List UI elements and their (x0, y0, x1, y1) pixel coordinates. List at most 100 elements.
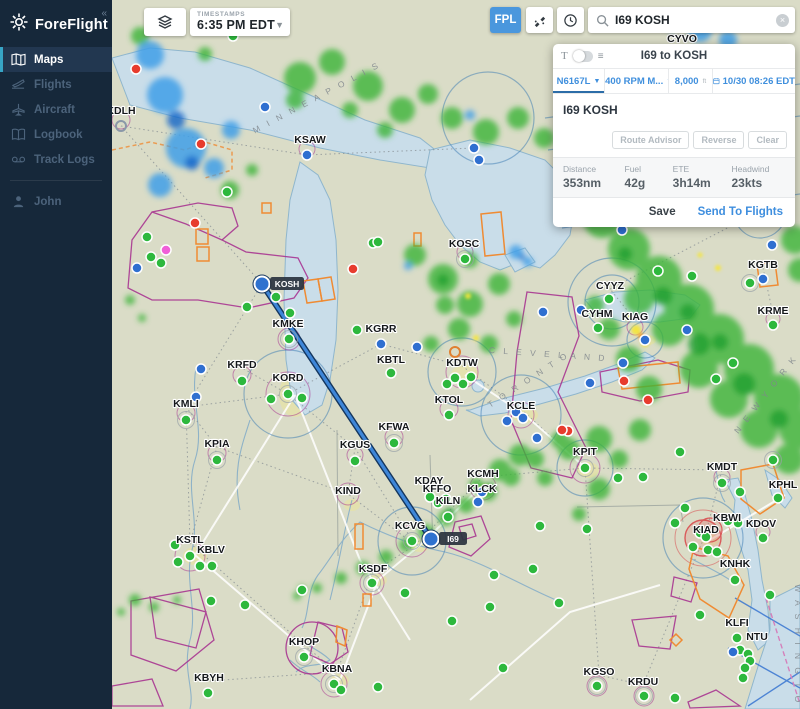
sidebar-item-track-logs[interactable]: Track Logs (0, 147, 112, 172)
airport-marker[interactable] (195, 561, 205, 571)
list-icon[interactable]: ≡ (598, 51, 605, 62)
airport-marker[interactable] (132, 263, 142, 273)
airport-marker[interactable] (538, 307, 548, 317)
airport-marker[interactable] (640, 335, 650, 345)
airport-marker[interactable] (469, 143, 479, 153)
airport-marker[interactable] (618, 358, 628, 368)
airport-marker[interactable] (735, 487, 745, 497)
airport-marker[interactable] (768, 320, 778, 330)
airport-marker[interactable] (474, 155, 484, 165)
send-to-flights-button[interactable]: Send To Flights (698, 206, 783, 218)
airport-marker[interactable] (336, 685, 346, 695)
airport-marker[interactable] (518, 413, 528, 423)
airport-marker[interactable] (400, 588, 410, 598)
airport-marker[interactable] (131, 64, 141, 74)
airport-marker[interactable] (688, 542, 698, 552)
altitude-field[interactable]: 8,000ft (669, 69, 713, 93)
airport-marker[interactable] (582, 524, 592, 534)
airport-marker[interactable] (185, 551, 195, 561)
airport-marker[interactable] (682, 325, 692, 335)
sidebar-item-maps[interactable]: Maps (0, 47, 112, 72)
route-tool-button[interactable] (526, 7, 553, 33)
etd-field[interactable]: 10/30 08:26 EDT (713, 69, 795, 93)
airport-marker[interactable] (535, 521, 545, 531)
airport-marker[interactable] (203, 688, 213, 698)
airport-marker[interactable] (444, 410, 454, 420)
airport-marker[interactable] (285, 308, 295, 318)
airport-marker[interactable] (528, 564, 538, 574)
airport-marker[interactable] (196, 139, 206, 149)
airport-marker[interactable] (442, 379, 452, 389)
search-input[interactable]: I69 KOSH (615, 13, 770, 27)
airport-marker[interactable] (675, 447, 685, 457)
airport-marker[interactable] (443, 512, 453, 522)
airport-marker[interactable] (680, 503, 690, 513)
airport-marker[interactable] (196, 364, 206, 374)
airport-marker[interactable] (376, 339, 386, 349)
sidebar-item-flights[interactable]: Flights (0, 72, 112, 97)
airport-marker[interactable] (730, 575, 740, 585)
airport-marker[interactable] (266, 394, 276, 404)
airport-marker[interactable] (653, 266, 663, 276)
save-button[interactable]: Save (649, 206, 676, 218)
text-size-icon[interactable]: T (561, 50, 568, 62)
airport-marker[interactable] (190, 218, 200, 228)
airport-marker[interactable] (242, 302, 252, 312)
airport-marker[interactable] (473, 497, 483, 507)
airport-marker[interactable] (593, 323, 603, 333)
airport-marker[interactable] (773, 493, 783, 503)
airport-marker[interactable] (161, 245, 171, 255)
airport-marker[interactable] (687, 271, 697, 281)
airport-marker[interactable] (498, 663, 508, 673)
airport-marker[interactable] (619, 376, 629, 386)
clear-button[interactable]: Clear (748, 131, 787, 149)
sidebar-item-aircraft[interactable]: Aircraft (0, 97, 112, 122)
route-text[interactable]: I69 KOSH (553, 94, 795, 119)
airport-marker[interactable] (643, 395, 653, 405)
airport-marker[interactable] (297, 393, 307, 403)
reverse-button[interactable]: Reverse (693, 131, 744, 149)
airport-marker[interactable] (502, 416, 512, 426)
airport-marker[interactable] (373, 237, 383, 247)
airport-marker[interactable] (156, 258, 166, 268)
airport-marker[interactable] (728, 358, 738, 368)
airport-marker[interactable] (738, 673, 748, 683)
airport-marker[interactable] (240, 600, 250, 610)
airport-marker[interactable] (447, 616, 457, 626)
airport-marker[interactable] (207, 561, 217, 571)
timestamps-control[interactable]: TIMESTAMPS 6:35 PM EDT ▼ (190, 8, 290, 36)
airport-marker[interactable] (373, 682, 383, 692)
sidebar-item-logbook[interactable]: Logbook (0, 122, 112, 147)
layers-button[interactable] (144, 8, 186, 36)
airport-marker[interactable] (638, 472, 648, 482)
airport-marker[interactable] (485, 602, 495, 612)
airport-marker[interactable] (386, 368, 396, 378)
airport-marker[interactable] (532, 433, 542, 443)
airport-marker[interactable] (146, 252, 156, 262)
clock-button[interactable] (557, 7, 584, 33)
airport-marker[interactable] (765, 590, 775, 600)
airport-marker[interactable] (348, 264, 358, 274)
airport-marker[interactable] (142, 232, 152, 242)
airport-marker[interactable] (173, 557, 183, 567)
airport-marker[interactable] (206, 596, 216, 606)
airport-marker[interactable] (412, 342, 422, 352)
airport-marker[interactable] (732, 633, 742, 643)
airport-marker[interactable] (271, 292, 281, 302)
airport-marker[interactable] (767, 240, 777, 250)
airport-marker[interactable] (237, 376, 247, 386)
sidebar-collapse-icon[interactable]: « (101, 8, 107, 19)
airport-marker[interactable] (711, 374, 721, 384)
airport-marker[interactable] (670, 518, 680, 528)
panel-toggle[interactable] (573, 51, 593, 62)
airport-marker[interactable] (670, 693, 680, 703)
airport-marker[interactable] (712, 547, 722, 557)
airport-marker[interactable] (613, 473, 623, 483)
airport-marker[interactable] (604, 294, 614, 304)
search-clear-icon[interactable]: × (776, 14, 789, 27)
airport-marker[interactable] (260, 102, 270, 112)
sidebar-item-user[interactable]: John (0, 189, 112, 214)
airport-marker[interactable] (297, 585, 307, 595)
airport-marker[interactable] (758, 533, 768, 543)
route-advisor-button[interactable]: Route Advisor (612, 131, 689, 149)
